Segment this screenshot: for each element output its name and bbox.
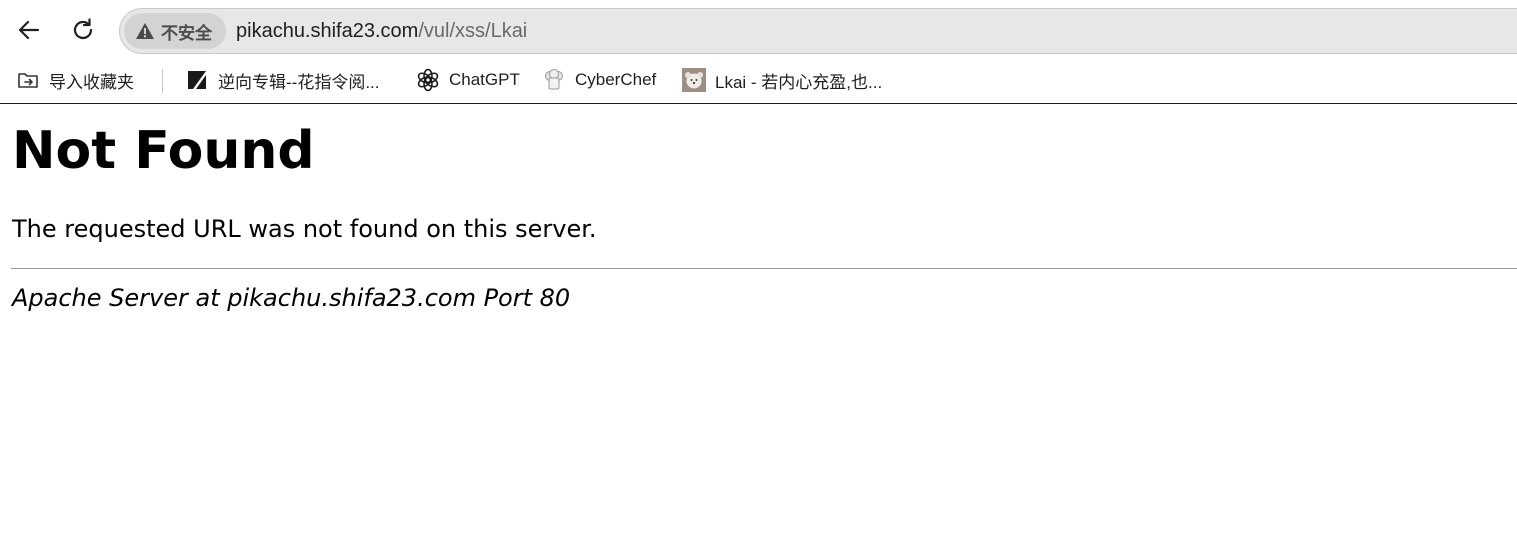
url-path: /vul/xss/Lkai — [418, 20, 528, 42]
bookmark-import-favorites[interactable]: 导入收藏夹 — [16, 66, 134, 94]
back-arrow-icon — [18, 20, 40, 40]
url-text[interactable]: pikachu.shifa23.com/vul/xss/Lkai — [236, 19, 527, 43]
horizontal-rule — [11, 268, 1517, 269]
security-label: 不安全 — [161, 23, 212, 44]
bookmark-label: ChatGPT — [449, 70, 520, 89]
bookmark-lkai[interactable]: Lkai - 若内心充盈,也... — [682, 66, 882, 94]
bookmark-label: CyberChef — [575, 70, 657, 89]
bookmark-cyberchef[interactable]: CyberChef — [542, 66, 656, 94]
site-favicon — [188, 71, 206, 89]
reload-button[interactable] — [65, 12, 101, 48]
cyberchef-icon — [545, 69, 563, 90]
back-button[interactable] — [11, 12, 47, 48]
warning-triangle-icon — [136, 23, 154, 39]
address-bar[interactable]: 不安全 pikachu.shifa23.com/vul/xss/Lkai — [119, 8, 1517, 54]
avatar-favicon — [682, 68, 706, 92]
bookmark-label: 导入收藏夹 — [49, 72, 134, 92]
bookmark-reverse-album[interactable]: 逆向专辑--花指令阅... — [185, 66, 380, 94]
bookmark-label: Lkai - 若内心充盈,也... — [715, 72, 883, 92]
bookmark-chatgpt[interactable]: ChatGPT — [416, 66, 520, 94]
browser-toolbar: 不安全 pikachu.shifa23.com/vul/xss/Lkai — [0, 0, 1517, 62]
security-indicator[interactable]: 不安全 — [124, 13, 226, 49]
error-message: The requested URL was not found on this … — [12, 215, 597, 243]
import-favorites-icon — [18, 73, 38, 88]
reload-icon — [73, 18, 93, 39]
server-signature: Apache Server at pikachu.shifa23.com Por… — [12, 284, 571, 312]
page-content: Not Found The requested URL was not foun… — [0, 104, 1517, 548]
chatgpt-icon — [417, 68, 439, 92]
bookmarks-separator — [162, 69, 163, 93]
url-host: pikachu.shifa23.com — [236, 20, 419, 42]
page-title: Not Found — [12, 121, 315, 181]
bookmarks-bar: 导入收藏夹 逆向专辑--花指令阅... ChatGPT CyberChef Lk… — [0, 62, 1517, 103]
bookmark-label: 逆向专辑--花指令阅... — [218, 72, 380, 92]
